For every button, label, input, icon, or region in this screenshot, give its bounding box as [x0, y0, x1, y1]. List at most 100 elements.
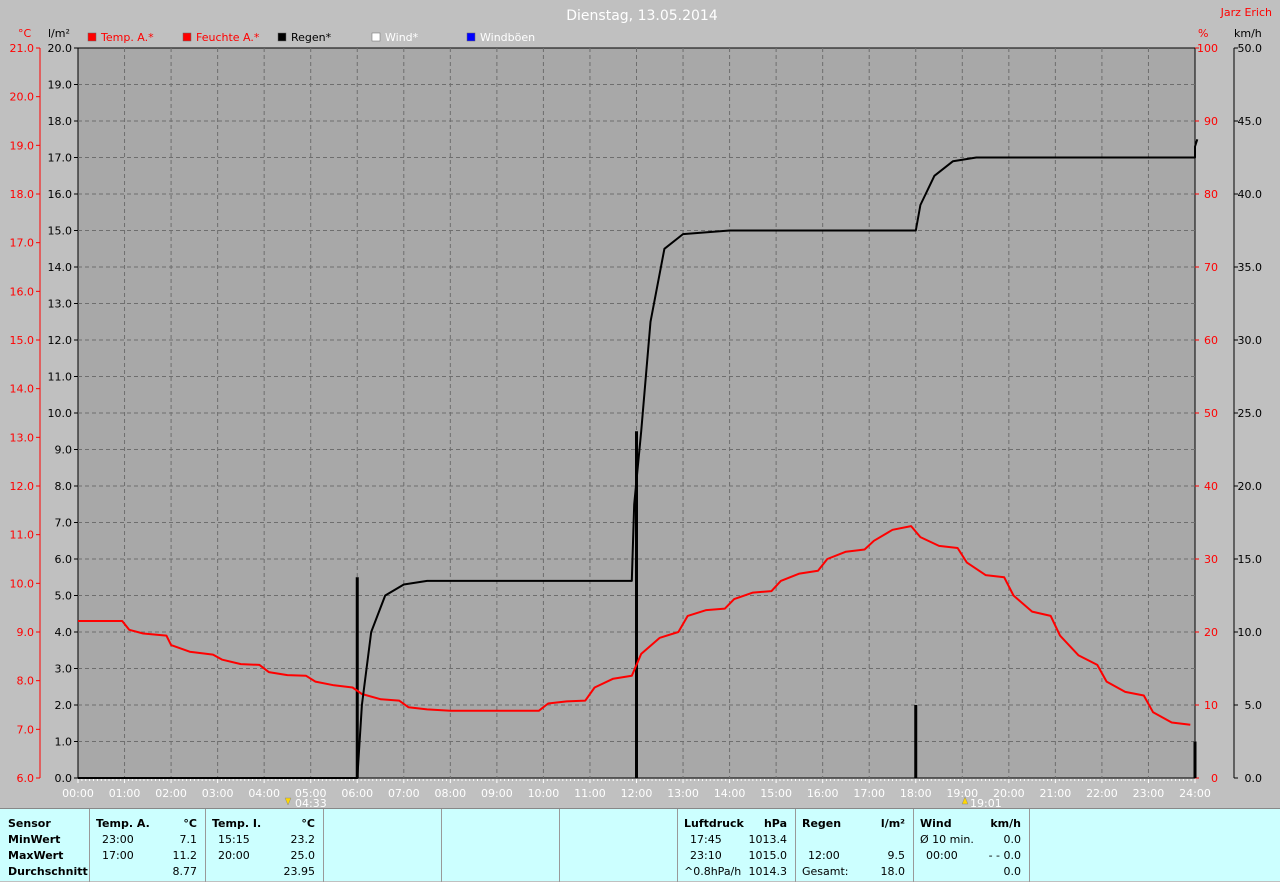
time-tick-label: 12:00 — [621, 787, 653, 800]
time-tick-label: 22:00 — [1086, 787, 1118, 800]
rain-axis-unit: l/m² — [48, 27, 70, 40]
legend-swatch — [371, 32, 381, 42]
stats-time: 17:00 — [102, 849, 134, 862]
stats-luftdruck-header: Luftdruck — [684, 817, 744, 830]
stats-time: 17:45 — [690, 833, 722, 846]
rain-bar — [1193, 741, 1197, 778]
wind-tick-label: 45.0 — [1238, 115, 1263, 128]
rain-tick-label: 8.0 — [55, 480, 73, 493]
chart-title: Dienstag, 13.05.2014 — [566, 8, 718, 24]
stats-col-empty — [560, 809, 678, 882]
stats-row-label: MinWert — [8, 833, 61, 846]
humidity-tick-label: 80 — [1204, 188, 1218, 201]
stats-value: 7.1 — [179, 833, 198, 846]
stats-value: 0.0 — [1003, 833, 1022, 846]
time-tick-label: 09:00 — [481, 787, 513, 800]
legend-swatch — [277, 32, 287, 42]
stats-col-temp-i: Temp. I. °C 15:15 23.2 20:00 25.0 23.95 — [206, 809, 324, 882]
stats-row-label: MaxWert — [8, 849, 64, 862]
stats-value: 1013.4 — [748, 833, 788, 846]
time-tick-label: 06:00 — [341, 787, 373, 800]
rain-tick-label: 9.0 — [55, 444, 73, 457]
time-tick-label: 13:00 — [667, 787, 699, 800]
stats-value: 1014.3 — [748, 865, 788, 878]
temp-axis-unit: °C — [18, 27, 32, 40]
stats-col-wind: Wind km/h Ø 10 min. 0.0 00:00 - - 0.0 0.… — [914, 809, 1030, 882]
time-tick-label: 14:00 — [714, 787, 746, 800]
stats-luftdruck-unit: hPa — [763, 817, 787, 830]
stats-col-regen: Regen l/m² 12:00 9.5 Gesamt: 18.0 — [796, 809, 914, 882]
temp-tick-label: 8.0 — [17, 675, 35, 688]
author-label: Jarz Erich — [1220, 6, 1272, 19]
wind-tick-label: 5.0 — [1245, 699, 1263, 712]
time-tick-label: 24:00 — [1179, 787, 1211, 800]
rain-tick-label: 3.0 — [55, 663, 73, 676]
rain-tick-label: 16.0 — [48, 188, 73, 201]
stats-time: Ø 10 min. — [920, 833, 974, 846]
rain-tick-label: 6.0 — [55, 553, 73, 566]
stats-wind-unit: km/h — [990, 817, 1021, 830]
legend-swatch — [87, 32, 97, 42]
legend: Temp. A.* Feuchte A.* Regen* Wind* Windböen — [87, 31, 535, 44]
humidity-tick-label: 20 — [1204, 626, 1218, 639]
rain-tick-label: 17.0 — [48, 152, 73, 165]
stats-regen-header: Regen — [802, 817, 842, 830]
stats-regen-unit: l/m² — [880, 817, 905, 830]
legend-swatch — [182, 32, 192, 42]
wind-tick-label: 50.0 — [1238, 42, 1263, 55]
time-tick-label: 03:00 — [202, 787, 234, 800]
stats-time: ^0.8hPa/h — [684, 865, 742, 878]
temp-tick-label: 16.0 — [10, 285, 35, 298]
time-tick-label: 15:00 — [760, 787, 792, 800]
legend-label: Windböen — [480, 31, 535, 44]
stats-time: 20:00 — [218, 849, 250, 862]
stats-col-sensor: Sensor MinWert MaxWert Durchschnitt — [0, 809, 90, 882]
temp-tick-label: 14.0 — [10, 383, 35, 396]
legend-label: Wind* — [385, 31, 419, 44]
weather-chart: 6.0 7.0 8.0 9.0 10.0 11.0 12.0 13.0 14.0 15.0 16.0… — [10, 6, 1273, 808]
temp-tick-label: 10.0 — [10, 577, 35, 590]
stats-row-label: Durchschnitt — [8, 865, 88, 878]
wind-axis-unit: km/h — [1234, 27, 1262, 40]
humidity-tick-label: 60 — [1204, 334, 1218, 347]
legend-label: Feuchte A.* — [196, 31, 260, 44]
time-tick-label: 23:00 — [1133, 787, 1165, 800]
temp-tick-label: 15.0 — [10, 334, 35, 347]
humidity-axis: 0 10 20 30 40 50 60 70 80 90 100 — [1195, 42, 1218, 785]
temp-tick-label: 13.0 — [10, 431, 35, 444]
legend-swatch — [466, 32, 476, 42]
temp-tick-label: 11.0 — [10, 529, 35, 542]
sunrise-label: 04:33 — [295, 797, 327, 808]
time-tick-label: 08:00 — [434, 787, 466, 800]
humidity-tick-label: 70 — [1204, 261, 1218, 274]
rain-tick-label: 20.0 — [48, 42, 73, 55]
humidity-tick-label: 50 — [1204, 407, 1218, 420]
stats-value: 25.0 — [290, 849, 316, 862]
rain-tick-label: 19.0 — [48, 79, 73, 92]
rain-axis: 0.0 1.0 2.0 3.0 4.0 5.0 6.0 7.0 8.0 9.0 10.0 11.0 12… — [48, 42, 78, 785]
stats-time: 23:10 — [690, 849, 722, 862]
time-tick-label: 04:00 — [248, 787, 280, 800]
stats-col-temp-a: Temp. A. °C 23:00 7.1 17:00 11.2 8.77 — [90, 809, 206, 882]
wind-tick-label: 15.0 — [1238, 553, 1263, 566]
sunset-label: 19:01 — [970, 797, 1002, 808]
stats-col-empty — [324, 809, 442, 882]
wind-tick-label: 25.0 — [1238, 407, 1263, 420]
stats-value: 23.95 — [283, 865, 316, 878]
rain-tick-label: 14.0 — [48, 261, 73, 274]
stats-col-luftdruck: Luftdruck hPa 17:45 1013.4 23:10 1015.0 … — [678, 809, 796, 882]
stats-value: 11.2 — [172, 849, 198, 862]
stats-time: 23:00 — [102, 833, 134, 846]
time-tick-label: 07:00 — [388, 787, 420, 800]
rain-tick-label: 7.0 — [55, 517, 73, 530]
time-tick-label: 21:00 — [1040, 787, 1072, 800]
temp-tick-label: 18.0 — [10, 188, 35, 201]
rain-tick-label: 12.0 — [48, 334, 73, 347]
stats-col-empty — [442, 809, 560, 882]
rain-tick-label: 18.0 — [48, 115, 73, 128]
stats-value: 8.77 — [172, 865, 198, 878]
temp-tick-label: 19.0 — [10, 139, 35, 152]
rain-tick-label: 0.0 — [55, 772, 73, 785]
stats-time: 12:00 — [808, 849, 840, 862]
humidity-axis-unit: % — [1198, 27, 1208, 40]
